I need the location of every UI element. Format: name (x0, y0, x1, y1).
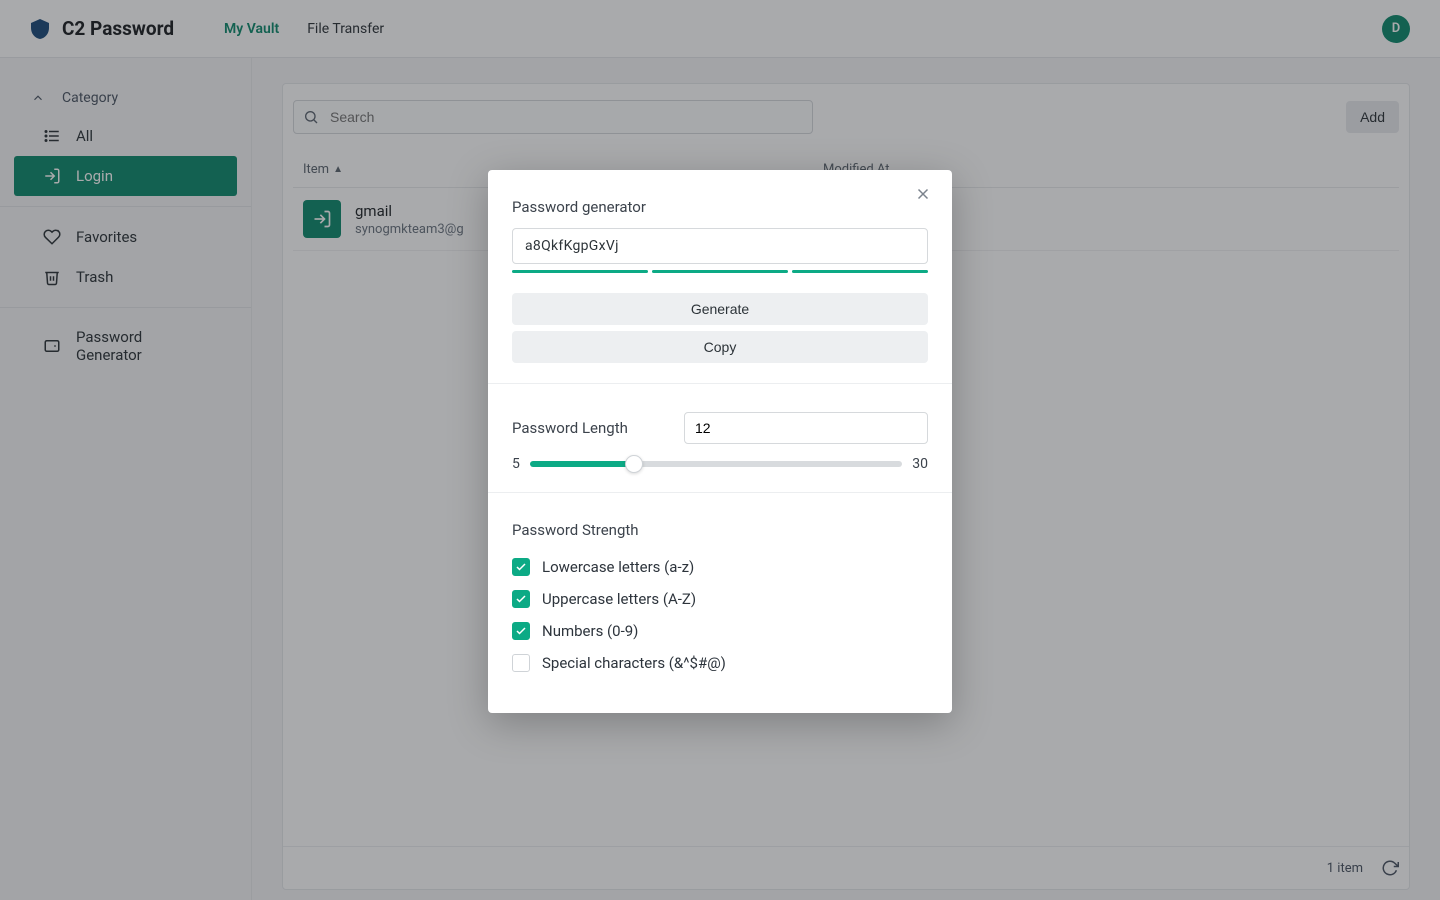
close-button[interactable] (912, 184, 934, 206)
copy-button[interactable]: Copy (512, 331, 928, 363)
generate-button[interactable]: Generate (512, 293, 928, 325)
strength-title: Password Strength (512, 521, 928, 539)
generated-password[interactable]: a8QkfKgpGxVj (512, 228, 928, 264)
option-uppercase[interactable]: Uppercase letters (A-Z) (512, 583, 928, 615)
slider-min: 5 (512, 456, 520, 472)
option-numbers[interactable]: Numbers (0-9) (512, 615, 928, 647)
password-generator-modal: Password generator a8QkfKgpGxVj Generate… (488, 170, 952, 713)
length-label: Password Length (512, 419, 628, 437)
checkbox-unchecked-icon[interactable] (512, 654, 530, 672)
slider-max: 30 (912, 456, 928, 472)
option-special[interactable]: Special characters (&^$#@) (512, 647, 928, 679)
option-lowercase[interactable]: Lowercase letters (a-z) (512, 551, 928, 583)
length-slider[interactable] (530, 461, 902, 467)
checkbox-checked-icon[interactable] (512, 622, 530, 640)
length-input[interactable] (684, 412, 928, 444)
modal-overlay[interactable]: Password generator a8QkfKgpGxVj Generate… (0, 0, 1440, 900)
strength-meter (512, 270, 928, 273)
checkbox-checked-icon[interactable] (512, 558, 530, 576)
modal-title: Password generator (512, 198, 928, 216)
checkbox-checked-icon[interactable] (512, 590, 530, 608)
slider-knob[interactable] (625, 455, 643, 473)
